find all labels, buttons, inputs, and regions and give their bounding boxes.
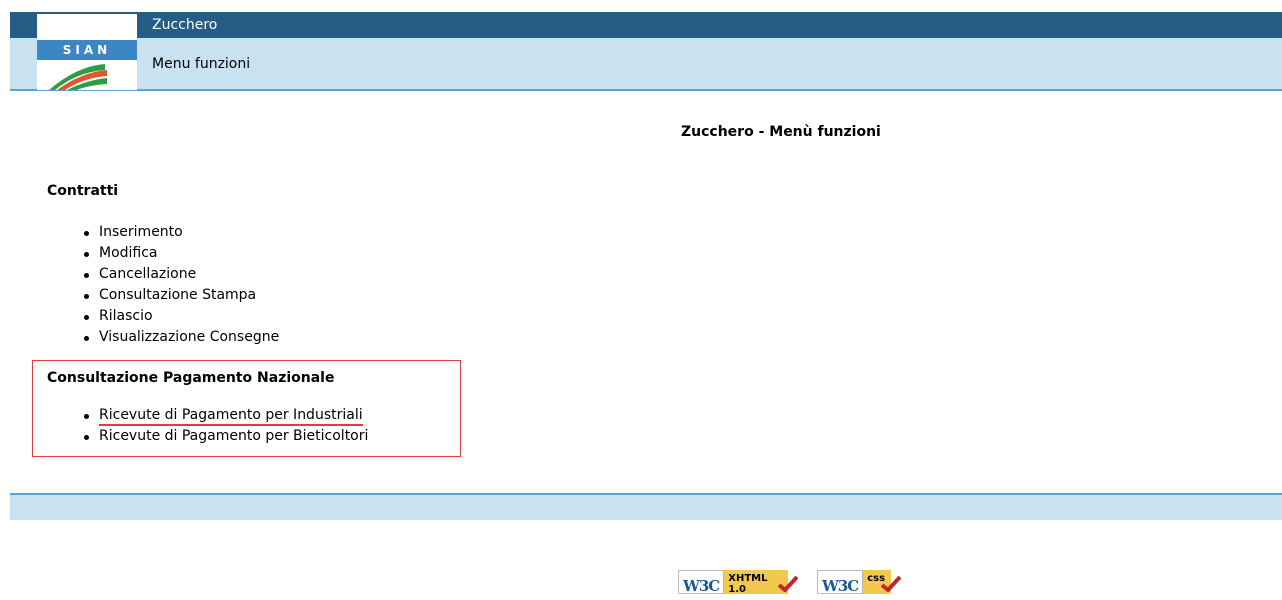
footer-bar — [10, 493, 1282, 520]
css-label: css — [863, 570, 902, 594]
list-item: Cancellazione — [47, 264, 279, 285]
list-item: Visualizzazione Consegne — [47, 327, 279, 348]
logo-text: SIAN — [37, 40, 137, 60]
menu-link-visualizzazione-consegne[interactable]: Visualizzazione Consegne — [99, 329, 279, 345]
list-item: Consultazione Stampa — [47, 285, 279, 306]
menu-link-ricevute-industriali[interactable]: Ricevute di Pagamento per Industriali — [99, 407, 363, 426]
pagamento-menu-list: Ricevute di Pagamento per Industriali Ri… — [47, 405, 368, 447]
menu-link-rilascio[interactable]: Rilascio — [99, 308, 153, 324]
menu-subtitle: Menu funzioni — [152, 56, 251, 72]
menu-link-inserimento[interactable]: Inserimento — [99, 224, 183, 240]
xhtml-label: XHTML 1.0 — [724, 570, 798, 595]
w3c-xhtml-badge[interactable]: W3C XHTML 1.0 — [678, 570, 798, 600]
menu-link-consultazione-stampa[interactable]: Consultazione Stampa — [99, 287, 256, 303]
menu-link-modifica[interactable]: Modifica — [99, 245, 158, 261]
section-title-pagamento-nazionale: Consultazione Pagamento Nazionale — [47, 370, 335, 386]
logo-field-icon — [49, 64, 107, 90]
w3c-logo-text: W3C — [817, 570, 864, 595]
list-item: Modifica — [47, 243, 279, 264]
menu-link-cancellazione[interactable]: Cancellazione — [99, 266, 196, 282]
menu-link-ricevute-bieticoltori[interactable]: Ricevute di Pagamento per Bieticoltori — [99, 428, 368, 444]
section-title-contratti: Contratti — [47, 183, 119, 199]
sian-logo[interactable]: SIAN — [37, 14, 137, 90]
page-title: Zucchero - Menù funzioni — [681, 124, 881, 140]
list-item: Ricevute di Pagamento per Bieticoltori — [47, 426, 368, 447]
w3c-css-badge[interactable]: W3C css — [817, 570, 927, 600]
list-item: Ricevute di Pagamento per Industriali — [47, 405, 368, 426]
app-title: Zucchero — [152, 17, 218, 33]
xhtml-label-text: XHTML 1.0 — [728, 573, 768, 595]
list-item: Inserimento — [47, 222, 279, 243]
list-item: Rilascio — [47, 306, 279, 327]
check-icon — [881, 576, 902, 592]
check-icon — [778, 576, 798, 592]
w3c-logo-text: W3C — [678, 570, 725, 595]
contratti-menu-list: Inserimento Modifica Cancellazione Consu… — [47, 222, 279, 348]
